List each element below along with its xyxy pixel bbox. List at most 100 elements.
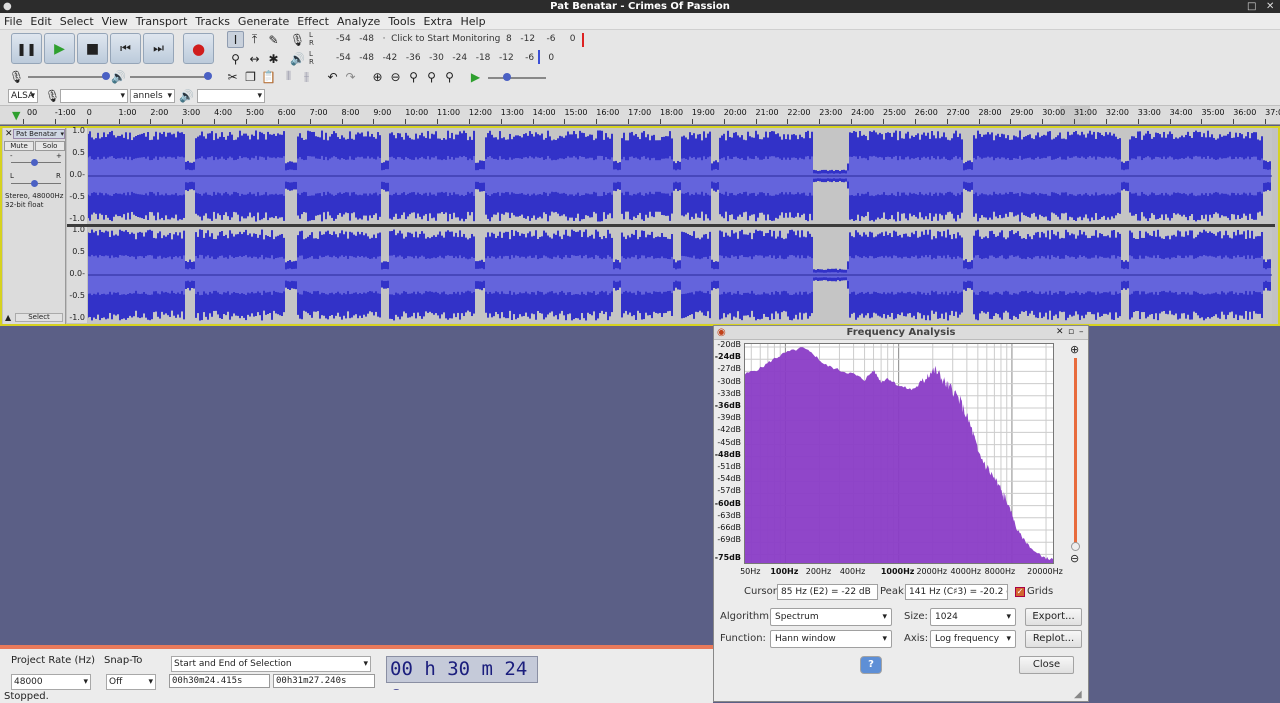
play-at-speed-button[interactable]: ▶	[467, 68, 484, 85]
selection-end-time[interactable]: 00h31m27.240s	[273, 674, 375, 688]
snap-to-select[interactable]: Off	[106, 674, 156, 690]
cursor-value-field[interactable]: 85 Hz (E2) = -22 dB	[777, 584, 878, 600]
menu-transport[interactable]: Transport	[136, 15, 188, 28]
playback-meter[interactable]: -54 -48 -42 -36 -30 -24 -18 -12 -6 0	[336, 53, 554, 63]
maximize-icon[interactable]: □	[1247, 0, 1256, 13]
ruler-tick-mark	[819, 119, 821, 124]
zoom-out-button[interactable]: ⊖	[387, 68, 404, 85]
collapse-track-icon[interactable]: ▲	[5, 313, 11, 322]
menu-effect[interactable]: Effect	[297, 15, 329, 28]
zoom-tool[interactable]: ⚲	[227, 50, 244, 67]
play-head-icon[interactable]: ▼	[12, 109, 20, 122]
app-menu-icon[interactable]: ●	[3, 0, 12, 13]
waveform-channel-left[interactable]	[88, 128, 1272, 224]
pan-thumb[interactable]	[31, 180, 38, 187]
scissors-icon: ✂	[227, 69, 238, 84]
resize-grip-icon[interactable]: ◢	[1074, 689, 1082, 700]
playback-meter-button[interactable]: 🔊	[289, 50, 306, 67]
menu-view[interactable]: View	[102, 15, 128, 28]
recording-device-select[interactable]	[60, 89, 128, 103]
menu-analyze[interactable]: Analyze	[337, 15, 380, 28]
record-volume-thumb[interactable]	[102, 72, 110, 80]
close-track-icon[interactable]: ✕	[5, 129, 13, 139]
record-meter[interactable]: -54 -48 · Click to Start Monitoring 8 -1…	[336, 34, 576, 44]
zoom-toggle-button[interactable]: ⚲	[441, 68, 458, 85]
zoom-in-button[interactable]: ⊕	[369, 68, 386, 85]
spectrum-plot[interactable]	[744, 343, 1054, 564]
mute-button[interactable]: Mute	[4, 141, 34, 151]
dialog-minimize-icon[interactable]: –	[1079, 327, 1084, 337]
paste-button[interactable]: 📋	[260, 68, 277, 85]
size-select[interactable]: 1024	[930, 608, 1016, 626]
close-window-icon[interactable]: ✕	[1266, 0, 1274, 13]
copy-button[interactable]: ❐	[242, 68, 259, 85]
empty-track-space[interactable]	[0, 327, 713, 645]
close-button[interactable]: Close	[1019, 656, 1074, 674]
select-track-button[interactable]: Select	[15, 313, 63, 322]
fit-selection-button[interactable]: ⚲	[405, 68, 422, 85]
replot-button[interactable]: Replot...	[1025, 630, 1082, 648]
menu-tools[interactable]: Tools	[388, 15, 415, 28]
track-name-menu[interactable]: Pat Benatar ▾	[13, 129, 65, 139]
trim-button[interactable]: ⫴	[280, 68, 297, 85]
audio-host-select[interactable]: ALSA	[8, 89, 38, 103]
spectrum-zoom-thumb[interactable]	[1071, 542, 1080, 551]
grids-checkbox[interactable]: ✓	[1015, 587, 1025, 597]
recording-channels-select[interactable]: annels	[130, 89, 175, 103]
menu-tracks[interactable]: Tracks	[195, 15, 230, 28]
magnifier-icon: ⚲	[231, 51, 240, 66]
waveform-channel-right[interactable]	[88, 227, 1272, 323]
algorithm-select[interactable]: Spectrum	[770, 608, 892, 626]
play-button[interactable]: ▶	[44, 33, 75, 64]
playback-volume-thumb[interactable]	[204, 72, 212, 80]
zoom-in-spectrum-icon[interactable]: ⊕	[1070, 343, 1079, 356]
silence-button[interactable]: ⫵	[298, 68, 315, 85]
selection-mode-select[interactable]: Start and End of Selection	[171, 656, 371, 672]
help-button[interactable]: ?	[860, 656, 882, 674]
time-shift-tool[interactable]: ↔	[246, 50, 263, 67]
dialog-close-icon[interactable]: ✕	[1056, 327, 1064, 337]
envelope-tool[interactable]: ⤒	[246, 31, 263, 48]
redo-button[interactable]: ↷	[342, 68, 359, 85]
peak-value-field[interactable]: 141 Hz (C♯3) = -20.2 dB	[905, 584, 1008, 600]
ruler-tick-label: 29:00	[1010, 108, 1034, 117]
db-tick-label: -30dB	[717, 376, 741, 386]
undo-button[interactable]: ↶	[324, 68, 341, 85]
cut-button[interactable]: ✂	[224, 68, 241, 85]
draw-tool[interactable]: ✎	[265, 31, 282, 48]
menu-extra[interactable]: Extra	[423, 15, 452, 28]
selection-start-time[interactable]: 00h30m24.415s	[169, 674, 270, 688]
record-volume-slider[interactable]	[28, 76, 106, 78]
play-speed-slider[interactable]	[488, 77, 546, 79]
gain-thumb[interactable]	[31, 159, 38, 166]
audio-position-display[interactable]: 00 h 30 m 24 s	[386, 656, 538, 703]
skip-to-start-button[interactable]: ⏮	[110, 33, 141, 64]
menu-file[interactable]: File	[4, 15, 22, 28]
playback-device-select[interactable]	[197, 89, 265, 103]
dialog-title: Frequency Analysis	[714, 326, 1088, 340]
menu-select[interactable]: Select	[60, 15, 94, 28]
db-tick-label: -63dB	[717, 510, 741, 520]
spectrum-zoom-slider[interactable]	[1074, 358, 1077, 543]
solo-button[interactable]: Solo	[35, 141, 65, 151]
record-button[interactable]: ●	[183, 33, 214, 64]
skip-to-end-button[interactable]: ⏭	[143, 33, 174, 64]
project-rate-select[interactable]: 48000	[11, 674, 91, 690]
axis-select[interactable]: Log frequency	[930, 630, 1016, 648]
menu-edit[interactable]: Edit	[30, 15, 51, 28]
record-meter-button[interactable]: 🎙	[289, 31, 306, 48]
timeline-ruler[interactable]: ▼ 00 -1:00 0 1:00 2:00 3:00 4:00 5:00 6:00 7:00 8:…	[0, 106, 1280, 125]
fit-project-button[interactable]: ⚲	[423, 68, 440, 85]
selection-tool[interactable]: I	[227, 31, 244, 48]
menu-help[interactable]: Help	[460, 15, 485, 28]
play-speed-thumb[interactable]	[503, 73, 511, 81]
export-button[interactable]: Export...	[1025, 608, 1082, 626]
pause-button[interactable]: ❚❚	[11, 33, 42, 64]
multi-tool[interactable]: ✱	[265, 50, 282, 67]
dialog-maximize-icon[interactable]: ▫	[1068, 327, 1074, 337]
stop-button[interactable]: ■	[77, 33, 108, 64]
menu-generate[interactable]: Generate	[238, 15, 289, 28]
zoom-out-spectrum-icon[interactable]: ⊖	[1070, 552, 1079, 565]
playback-volume-slider[interactable]	[130, 76, 208, 78]
function-select[interactable]: Hann window	[770, 630, 892, 648]
